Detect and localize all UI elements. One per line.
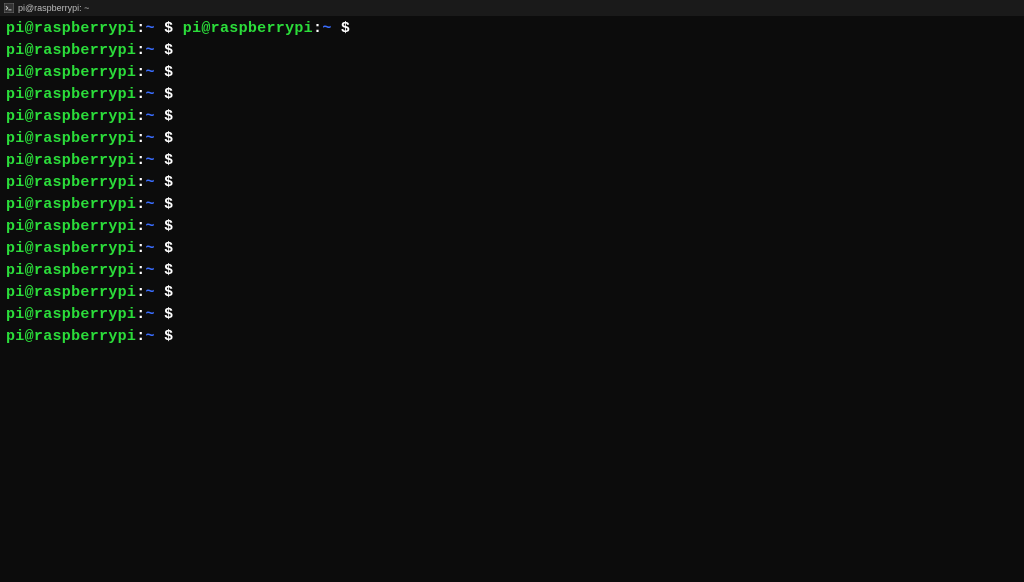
prompt-symbol: $ bbox=[164, 152, 183, 169]
terminal-line: pi@raspberrypi:~ $ pi@raspberrypi:~ $ bbox=[6, 18, 1018, 40]
terminal-line: pi@raspberrypi:~ $ bbox=[6, 326, 1018, 348]
prompt-symbol: $ bbox=[164, 108, 183, 125]
prompt-user-host: pi@raspberrypi bbox=[6, 86, 136, 103]
prompt-path: ~ bbox=[146, 306, 165, 323]
prompt-path: ~ bbox=[146, 240, 165, 257]
terminal-line: pi@raspberrypi:~ $ bbox=[6, 150, 1018, 172]
prompt-user-host: pi@raspberrypi bbox=[6, 108, 136, 125]
terminal-line: pi@raspberrypi:~ $ bbox=[6, 106, 1018, 128]
prompt-user-host: pi@raspberrypi bbox=[6, 152, 136, 169]
terminal-line: pi@raspberrypi:~ $ bbox=[6, 84, 1018, 106]
prompt-colon: : bbox=[313, 20, 322, 37]
prompt-path: ~ bbox=[322, 20, 341, 37]
prompt-user-host: pi@raspberrypi bbox=[6, 306, 136, 323]
prompt-user-host: pi@raspberrypi bbox=[6, 284, 136, 301]
prompt-symbol: $ bbox=[164, 196, 183, 213]
prompt-colon: : bbox=[136, 328, 145, 345]
prompt-user-host: pi@raspberrypi bbox=[6, 42, 136, 59]
prompt-colon: : bbox=[136, 86, 145, 103]
prompt-path: ~ bbox=[146, 196, 165, 213]
prompt-path: ~ bbox=[146, 328, 165, 345]
prompt-user-host: pi@raspberrypi bbox=[6, 130, 136, 147]
prompt-path: ~ bbox=[146, 284, 165, 301]
prompt-path: ~ bbox=[146, 64, 165, 81]
prompt-path: ~ bbox=[146, 262, 165, 279]
terminal-line: pi@raspberrypi:~ $ bbox=[6, 62, 1018, 84]
prompt-user-host: pi@raspberrypi bbox=[6, 174, 136, 191]
prompt-user-host: pi@raspberrypi bbox=[6, 262, 136, 279]
terminal-line: pi@raspberrypi:~ $ bbox=[6, 238, 1018, 260]
prompt-path: ~ bbox=[146, 86, 165, 103]
prompt-symbol: $ bbox=[164, 240, 183, 257]
prompt-path: ~ bbox=[146, 152, 165, 169]
prompt-user-host: pi@raspberrypi bbox=[6, 218, 136, 235]
prompt-colon: : bbox=[136, 284, 145, 301]
terminal-line: pi@raspberrypi:~ $ bbox=[6, 128, 1018, 150]
titlebar[interactable]: pi@raspberrypi: ~ bbox=[0, 0, 1024, 16]
prompt-colon: : bbox=[136, 262, 145, 279]
prompt-colon: : bbox=[136, 174, 145, 191]
prompt-symbol: $ bbox=[164, 42, 183, 59]
terminal-line: pi@raspberrypi:~ $ bbox=[6, 194, 1018, 216]
prompt-colon: : bbox=[136, 42, 145, 59]
prompt-path: ~ bbox=[146, 42, 165, 59]
prompt-path: ~ bbox=[146, 108, 165, 125]
prompt-symbol: $ bbox=[164, 262, 183, 279]
prompt-symbol: $ bbox=[164, 306, 183, 323]
terminal-body[interactable]: pi@raspberrypi:~ $ pi@raspberrypi:~ $ pi… bbox=[0, 16, 1024, 582]
terminal-line: pi@raspberrypi:~ $ bbox=[6, 304, 1018, 326]
prompt-colon: : bbox=[136, 130, 145, 147]
terminal-line: pi@raspberrypi:~ $ bbox=[6, 172, 1018, 194]
prompt-path: ~ bbox=[146, 130, 165, 147]
prompt-symbol: $ bbox=[164, 218, 183, 235]
terminal-line: pi@raspberrypi:~ $ bbox=[6, 216, 1018, 238]
prompt-symbol: $ bbox=[341, 20, 360, 37]
prompt-colon: : bbox=[136, 108, 145, 125]
prompt-symbol: $ bbox=[164, 174, 183, 191]
prompt-user-host: pi@raspberrypi bbox=[6, 196, 136, 213]
prompt-colon: : bbox=[136, 306, 145, 323]
prompt-path: ~ bbox=[146, 218, 165, 235]
prompt-colon: : bbox=[136, 196, 145, 213]
prompt-symbol: $ bbox=[164, 64, 183, 81]
prompt-path: ~ bbox=[146, 20, 165, 37]
prompt-colon: : bbox=[136, 218, 145, 235]
prompt-symbol: $ bbox=[164, 130, 183, 147]
prompt-symbol: $ bbox=[164, 20, 183, 37]
terminal-window: pi@raspberrypi: ~ pi@raspberrypi:~ $ pi@… bbox=[0, 0, 1024, 582]
prompt-colon: : bbox=[136, 20, 145, 37]
prompt-user-host: pi@raspberrypi bbox=[183, 20, 313, 37]
prompt-user-host: pi@raspberrypi bbox=[6, 328, 136, 345]
terminal-icon bbox=[4, 3, 14, 13]
prompt-path: ~ bbox=[146, 174, 165, 191]
terminal-line: pi@raspberrypi:~ $ bbox=[6, 40, 1018, 62]
prompt-user-host: pi@raspberrypi bbox=[6, 64, 136, 81]
titlebar-title: pi@raspberrypi: ~ bbox=[18, 3, 1020, 13]
prompt-symbol: $ bbox=[164, 86, 183, 103]
prompt-user-host: pi@raspberrypi bbox=[6, 20, 136, 37]
prompt-symbol: $ bbox=[164, 328, 183, 345]
prompt-symbol: $ bbox=[164, 284, 183, 301]
terminal-line: pi@raspberrypi:~ $ bbox=[6, 260, 1018, 282]
prompt-user-host: pi@raspberrypi bbox=[6, 240, 136, 257]
terminal-line: pi@raspberrypi:~ $ bbox=[6, 282, 1018, 304]
prompt-colon: : bbox=[136, 64, 145, 81]
prompt-colon: : bbox=[136, 152, 145, 169]
prompt-colon: : bbox=[136, 240, 145, 257]
